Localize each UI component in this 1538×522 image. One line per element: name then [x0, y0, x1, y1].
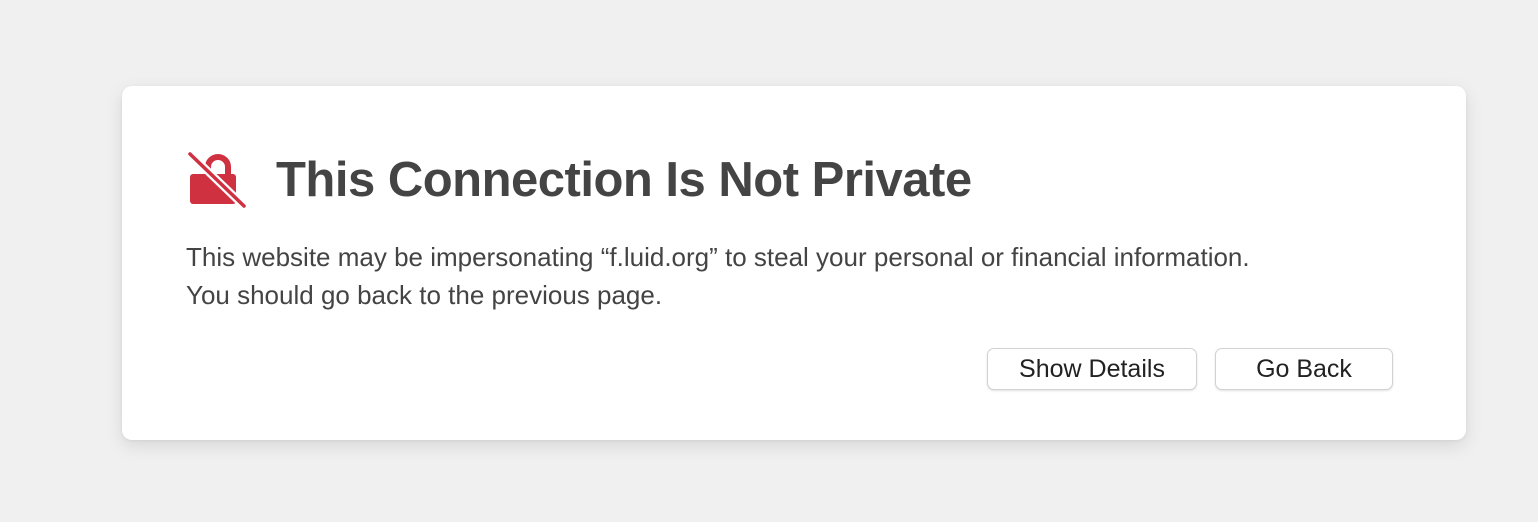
lock-slash-icon	[186, 150, 248, 210]
warning-message: This website may be impersonating “f.lui…	[186, 238, 1406, 314]
show-details-button[interactable]: Show Details	[987, 348, 1197, 390]
dialog-header: This Connection Is Not Private	[186, 150, 972, 210]
message-line: This website may be impersonating “f.lui…	[186, 242, 1250, 272]
go-back-button[interactable]: Go Back	[1215, 348, 1393, 390]
page-title: This Connection Is Not Private	[276, 153, 972, 207]
dialog-actions: Show Details Go Back	[987, 348, 1393, 390]
warning-dialog: This Connection Is Not Private This webs…	[122, 86, 1466, 440]
message-line: You should go back to the previous page.	[186, 280, 663, 310]
